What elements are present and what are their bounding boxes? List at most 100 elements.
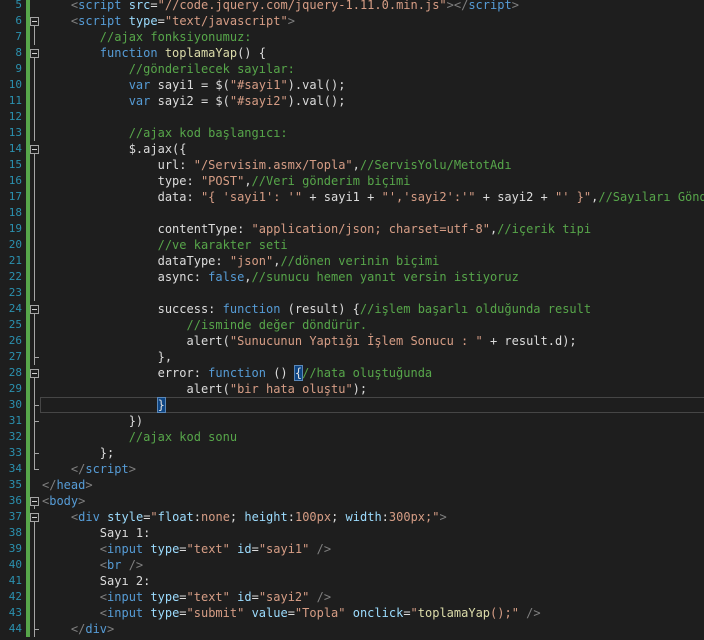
code-token: width	[345, 510, 382, 524]
code-text[interactable]: //ajax kod sonu	[42, 429, 237, 445]
code-text[interactable]: //isminde değer döndürür.	[42, 317, 367, 333]
code-line[interactable]: 35 </head>	[0, 477, 704, 493]
collapse-toggle-icon[interactable]	[30, 49, 39, 58]
code-line[interactable]: 32 //ajax kod sonu	[0, 429, 704, 445]
collapse-toggle-icon[interactable]	[30, 369, 39, 378]
code-text[interactable]: alert("bir hata oluştu");	[42, 381, 367, 397]
code-text[interactable]: var sayi2 = $("#sayi2").val();	[42, 93, 346, 109]
code-line[interactable]: 28 error: function () {//hata oluştuğund…	[0, 365, 704, 381]
code-line[interactable]: 26 alert("Sunucunun Yaptığı İşlem Sonucu…	[0, 333, 704, 349]
code-text[interactable]: //ve karakter seti	[42, 237, 288, 253]
code-text[interactable]: },	[42, 349, 172, 365]
line-number: 23	[8, 286, 22, 299]
code-line[interactable]: 10 var sayi1 = $("#sayi1").val();	[0, 77, 704, 93]
code-token: 300px	[388, 510, 426, 524]
code-text[interactable]: </div>	[42, 621, 114, 637]
code-token: contentType:	[42, 222, 252, 236]
code-text[interactable]: //ajax kod başlangıcı:	[42, 125, 288, 141]
code-line[interactable]: 20 //ve karakter seti	[0, 237, 704, 253]
code-text[interactable]: Sayı 2:	[42, 573, 151, 589]
code-text[interactable]: <input type="submit" value="Topla" oncli…	[42, 605, 541, 621]
code-token: () {	[237, 46, 266, 60]
code-line[interactable]: 30 }	[0, 397, 704, 413]
code-text[interactable]: alert("Sunucunun Yaptığı İşlem Sonucu : …	[42, 333, 576, 349]
code-line[interactable]: 29 alert("bir hata oluştu");	[0, 381, 704, 397]
code-line[interactable]: 31 })	[0, 413, 704, 429]
code-line[interactable]: 36 <body>	[0, 493, 704, 509]
code-text[interactable]: error: function () {//hata oluştuğunda	[42, 365, 432, 381]
code-line[interactable]: 39 <input type="text" id="sayi1" />	[0, 541, 704, 557]
code-line[interactable]: 8 function toplamaYap() {	[0, 45, 704, 61]
code-line[interactable]: 17 data: "{ 'sayi1': '" + sayi1 + "','sa…	[0, 189, 704, 205]
code-line[interactable]: 40 <br />	[0, 557, 704, 573]
code-text[interactable]: //gönderilecek sayılar:	[42, 61, 295, 77]
code-token: //ve karakter seti	[42, 238, 288, 252]
code-line[interactable]: 13 //ajax kod başlangıcı:	[0, 125, 704, 141]
code-line[interactable]: 21 dataType: "json",//dönen verinin biçi…	[0, 253, 704, 269]
code-text[interactable]: success: function (result) {//işlem başa…	[42, 301, 592, 317]
code-text[interactable]: dataType: "json",//dönen verinin biçimi	[42, 253, 440, 269]
collapse-toggle-icon[interactable]	[30, 17, 39, 26]
collapse-toggle-icon[interactable]	[30, 497, 39, 506]
code-line[interactable]: 12	[0, 109, 704, 125]
code-text[interactable]: };	[42, 445, 114, 461]
code-text[interactable]: <body>	[42, 493, 85, 509]
code-line[interactable]: 6 <script type="text/javascript">	[0, 13, 704, 29]
code-token: //ServisYolu/MetotAdı	[359, 158, 512, 172]
code-text[interactable]: })	[42, 413, 143, 429]
code-line[interactable]: 9 //gönderilecek sayılar:	[0, 61, 704, 77]
code-line[interactable]: 22 async: false,//sunucu hemen yanıt ver…	[0, 269, 704, 285]
fold-guide	[34, 221, 35, 237]
code-text[interactable]: contentType: "application/json; charset=…	[42, 221, 592, 237]
code-text[interactable]: url: "/Servisim.asmx/Topla",//ServisYolu…	[42, 157, 512, 173]
code-line[interactable]: 24 success: function (result) {//işlem b…	[0, 301, 704, 317]
code-line[interactable]: 42 <input type="text" id="sayi2" />	[0, 589, 704, 605]
code-line[interactable]: 14 $.ajax({	[0, 141, 704, 157]
code-line[interactable]: 37 <div style="float:none; height:100px;…	[0, 509, 704, 525]
code-text[interactable]: data: "{ 'sayi1': '" + sayi1 + "','sayi2…	[42, 189, 704, 205]
collapse-toggle-icon[interactable]	[30, 145, 39, 154]
code-text[interactable]: </head>	[42, 477, 93, 493]
code-line[interactable]: 33 };	[0, 445, 704, 461]
line-number: 35	[8, 478, 22, 491]
code-text[interactable]: Sayı 1:	[42, 525, 151, 541]
code-line[interactable]: 7 //ajax fonksiyonumuz:	[0, 29, 704, 45]
code-line[interactable]: 43 <input type="submit" value="Topla" on…	[0, 605, 704, 621]
code-line[interactable]: 41 Sayı 2:	[0, 573, 704, 589]
code-text[interactable]: function toplamaYap() {	[42, 45, 266, 61]
code-token: $.ajax({	[42, 142, 187, 156]
code-token: />	[121, 558, 144, 572]
code-text[interactable]: type: "POST",//Veri gönderim biçimi	[42, 173, 411, 189]
code-text[interactable]: <script src="//code.jquery.com/jquery-1.…	[42, 0, 519, 13]
change-indicator-bar	[26, 413, 30, 429]
code-text[interactable]: }	[42, 397, 166, 413]
code-text[interactable]: <script type="text/javascript">	[42, 13, 295, 29]
code-text[interactable]: //ajax fonksiyonumuz:	[42, 29, 252, 45]
code-line[interactable]: 34 </script>	[0, 461, 704, 477]
code-line[interactable]: 25 //isminde değer döndürür.	[0, 317, 704, 333]
code-token: "text"	[186, 590, 230, 604]
code-text[interactable]: <input type="text" id="sayi2" />	[42, 589, 331, 605]
code-line[interactable]: 5 <script src="//code.jquery.com/jquery-…	[0, 0, 704, 13]
code-line[interactable]: 23	[0, 285, 704, 301]
code-line[interactable]: 38 Sayı 1:	[0, 525, 704, 541]
code-text[interactable]: async: false,//sunucu hemen yanıt versin…	[42, 269, 519, 285]
code-text[interactable]: $.ajax({	[42, 141, 187, 157]
code-text[interactable]: <input type="text" id="sayi1" />	[42, 541, 331, 557]
code-line[interactable]: 19 contentType: "application/json; chars…	[0, 221, 704, 237]
code-line[interactable]: 11 var sayi2 = $("#sayi2").val();	[0, 93, 704, 109]
code-line[interactable]: 27 },	[0, 349, 704, 365]
collapse-toggle-icon[interactable]	[30, 305, 39, 314]
code-line[interactable]: 44 </div>	[0, 621, 704, 637]
code-line[interactable]: 15 url: "/Servisim.asmx/Topla",//ServisY…	[0, 157, 704, 173]
collapse-toggle-icon[interactable]	[30, 513, 39, 522]
code-text[interactable]: </script>	[42, 461, 136, 477]
code-line[interactable]: 18	[0, 205, 704, 221]
code-token: =	[251, 542, 259, 556]
code-text[interactable]: <div style="float:none; height:100px; wi…	[42, 509, 447, 525]
code-line[interactable]: 16 type: "POST",//Veri gönderim biçimi	[0, 173, 704, 189]
code-editor[interactable]: 5 <script src="//code.jquery.com/jquery-…	[0, 0, 704, 640]
code-text[interactable]: var sayi1 = $("#sayi1").val();	[42, 77, 346, 93]
code-text[interactable]: <br />	[42, 557, 143, 573]
change-indicator-bar	[26, 61, 30, 77]
